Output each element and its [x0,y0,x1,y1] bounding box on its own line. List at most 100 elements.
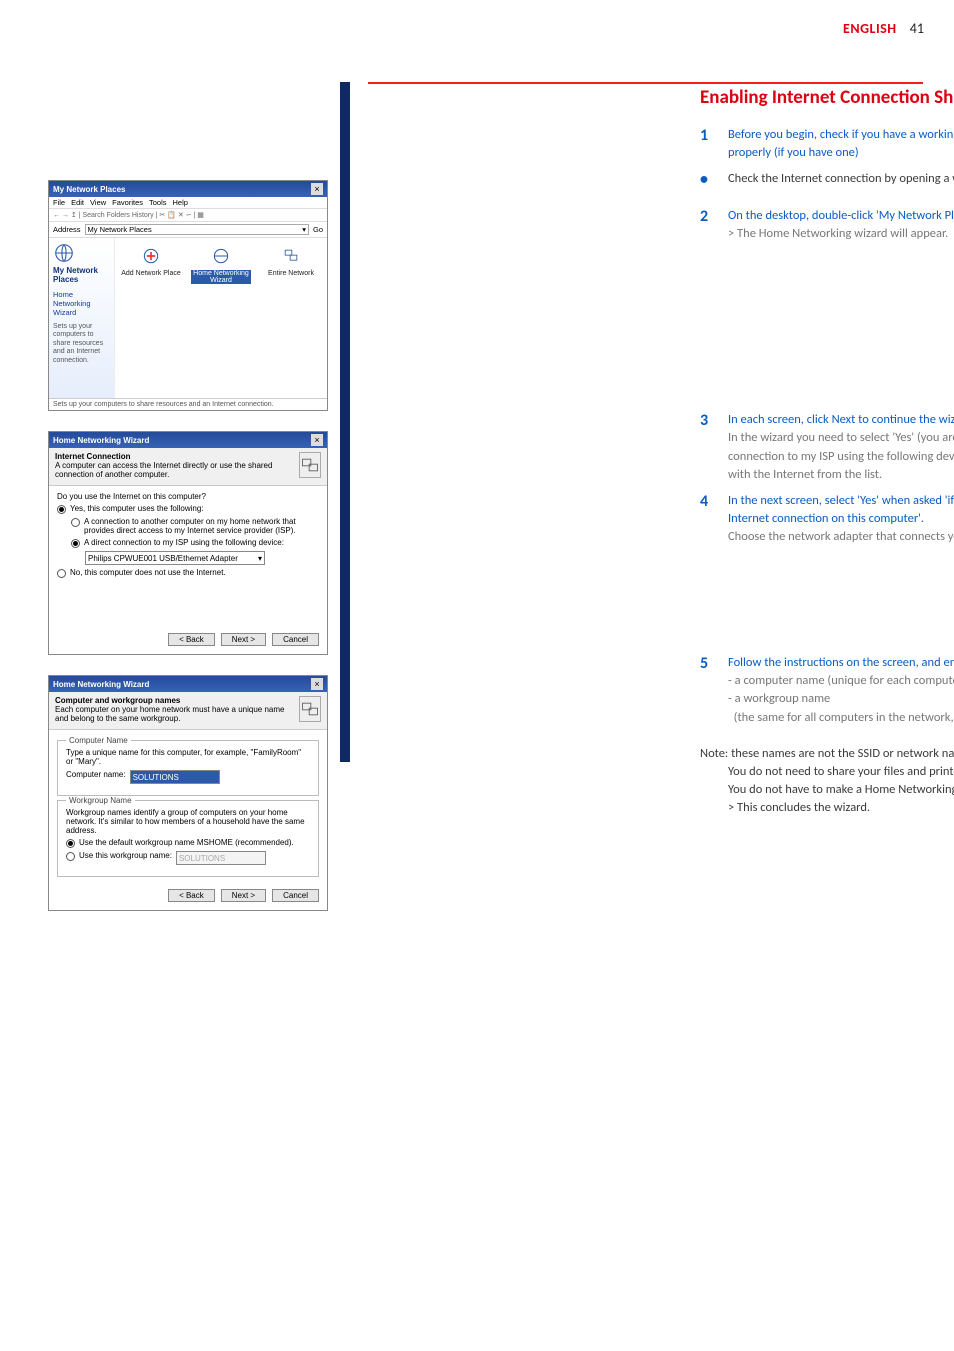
step-1: 1 Before you begin, check if you have a … [700,126,954,162]
address-box: My Network Places ▾ [85,224,309,235]
step-number: 5 [700,654,714,727]
menu-edit: Edit [71,198,84,207]
device-value: Philips CPWUE001 USB/Ethernet Adapter [88,554,238,563]
step-1-bullet: • Check the Internet connection by openi… [700,170,954,189]
step-4-text: In the next screen, select 'Yes' when as… [728,493,954,526]
page-header: ENGLISH 41 [843,20,924,37]
cancel-button: Cancel [272,889,319,902]
radio-no [57,569,66,578]
device-select: Philips CPWUE001 USB/Ethernet Adapter ▾ [85,551,265,565]
workgroup-name-input [176,851,266,865]
radio-custom-wg [66,852,75,861]
close-icon: × [311,183,323,195]
step-number: 3 [700,411,714,484]
fs1-legend: Computer Name [66,736,131,745]
fs1-text: Type a unique name for this computer, fo… [66,748,310,766]
icon-home-networking-wizard: Home Networking Wizard [191,244,251,284]
wizard-icon [299,696,321,722]
step-2-sub: > The Home Networking wizard will appear… [728,226,948,241]
menu-file: File [53,198,65,207]
close-icon: × [311,434,323,446]
step-3: 3 In each screen, click Next to continue… [700,411,954,484]
next-button: Next > [221,633,266,646]
status-bar: Sets up your computers to share resource… [49,398,327,410]
opt-no: No, this computer does not use the Inter… [70,568,226,577]
step-1-text: Before you begin, check if you have a wo… [728,127,954,160]
opt-direct: A direct connection to my ISP using the … [84,538,284,547]
radio-direct [71,539,80,548]
address-label: Address [53,225,81,234]
radio-default-wg [66,839,75,848]
subtitle-text: Each computer on your home network must … [55,705,284,723]
globe-icon [53,242,75,264]
side-title: My Network Places [53,266,110,284]
screenshot-computer-names: Home Networking Wizard × Computer and wo… [48,675,328,911]
menu-favorites: Favorites [112,198,143,207]
close-icon: × [311,678,323,690]
go-button: Go [313,225,323,234]
right-column: Enabling Internet Connection Sharing for… [700,82,954,911]
note-2: You do not have to make a Home Networkin… [728,781,954,799]
note-label: Note: these names are not the SSID or ne… [700,745,954,763]
note-1: You do not need to share your files and … [728,763,954,781]
icon-entire-network: Entire Network [261,244,321,284]
menubar: File Edit View Favorites Tools Help [49,197,327,209]
step-1-sub: Check the Internet connection by opening… [728,170,954,189]
menu-view: View [90,198,106,207]
toolbar: ← → ↥ | Search Folders History | ✂ 📋 ✕ ∽… [49,209,327,222]
computer-name-input [130,770,220,784]
step-4: 4 In the next screen, select 'Yes' when … [700,492,954,546]
side-desc: Sets up your computers to share resource… [53,323,110,365]
subtitle-text: A computer can access the Internet direc… [55,461,272,479]
icon-add-network-place: Add Network Place [121,244,181,284]
fs2-legend: Workgroup Name [66,796,135,805]
step-5-text: Follow the instructions on the screen, a… [728,655,954,670]
step-3-sub: In the wizard you need to select 'Yes' (… [728,430,954,481]
step-2: 2 On the desktop, double-click 'My Netwo… [700,207,954,243]
address-value: My Network Places [88,225,152,234]
back-button: < Back [168,889,215,902]
win-title: Home Networking Wizard [53,680,149,689]
note-3: > This concludes the wizard. [728,799,954,817]
subtitle-bold: Internet Connection [55,452,131,461]
step-number: 2 [700,207,714,243]
step-5-l1: - a computer name (unique for each compu… [728,673,954,688]
fs1-label: Computer name: [66,770,126,779]
cancel-button: Cancel [272,633,319,646]
step-number: 4 [700,492,714,546]
next-button: Next > [221,889,266,902]
step-5-l3: (the same for all computers in the netwo… [728,710,954,725]
step-3-text: In each screen, click Next to continue t… [728,412,954,427]
gutter-bar [340,82,350,762]
step-5: 5 Follow the instructions on the screen,… [700,654,954,727]
wizard-icon [299,452,321,478]
menu-help: Help [173,198,188,207]
step-number: 1 [700,126,714,162]
opt-conn-other: A connection to another computer on my h… [84,517,319,535]
subtitle-bold: Computer and workgroup names [55,696,180,705]
left-column: My Network Places × File Edit View Favor… [0,82,340,911]
step-2-text: On the desktop, double-click 'My Network… [728,208,954,223]
fs2-text: Workgroup names identify a group of comp… [66,808,310,835]
dropdown-icon: ▾ [302,225,306,234]
screenshot-internet-connection: Home Networking Wizard × Internet Connec… [48,431,328,655]
header-page-number: 41 [910,20,924,37]
bullet-icon: • [700,170,714,189]
opt-custom-wg: Use this workgroup name: [79,851,172,860]
menu-tools: Tools [149,198,167,207]
opt-yes: Yes, this computer uses the following: [70,504,204,513]
section-title: Enabling Internet Connection Sharing for… [700,86,954,110]
win-title: My Network Places [53,185,125,194]
step-5-l2: - a workgroup name [728,691,830,706]
step-4-sub: Choose the network adapter that connects… [728,529,954,544]
dropdown-icon: ▾ [258,554,262,563]
radio-conn-other [71,518,80,527]
opt-default-wg: Use the default workgroup name MSHOME (r… [79,838,294,847]
win-title: Home Networking Wizard [53,436,149,445]
side-link: Home Networking Wizard [53,290,110,317]
question: Do you use the Internet on this computer… [57,492,319,501]
back-button: < Back [168,633,215,646]
screenshot-my-network-places: My Network Places × File Edit View Favor… [48,180,328,411]
header-language: ENGLISH [843,20,897,37]
radio-yes [57,505,66,514]
